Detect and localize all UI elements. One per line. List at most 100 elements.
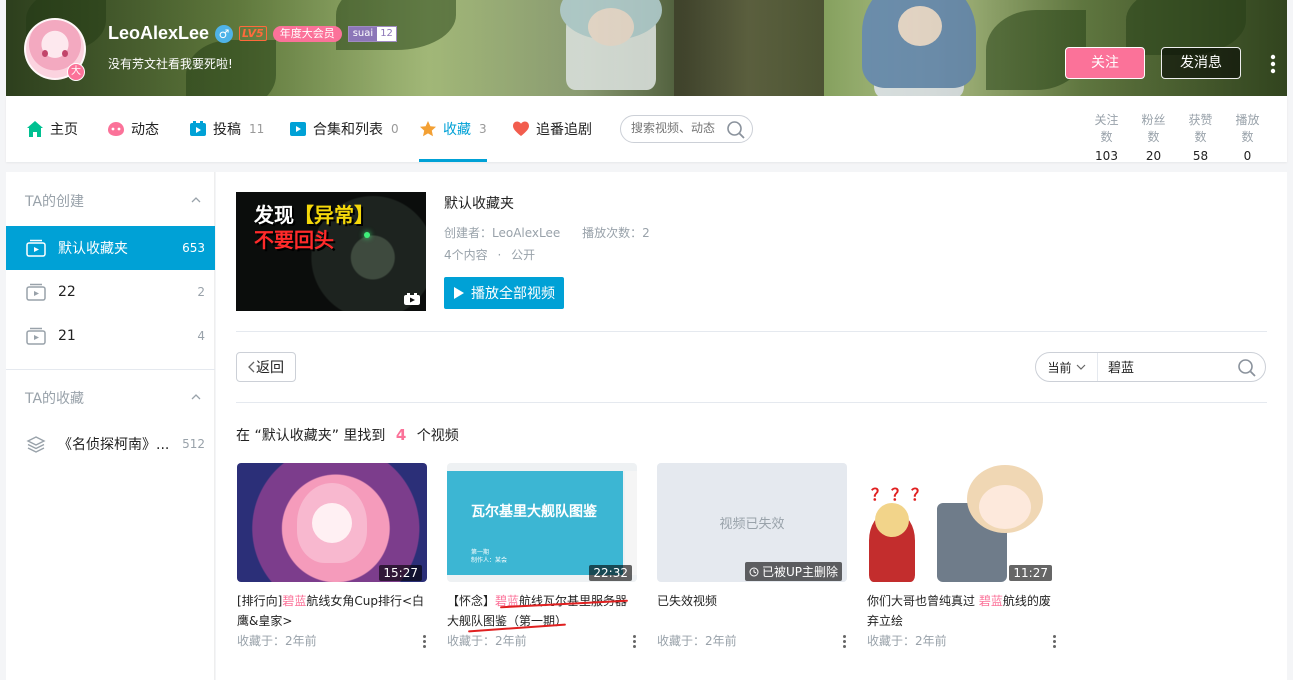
stat-label: 获赞数 <box>1188 113 1213 144</box>
layers-icon <box>26 436 46 453</box>
folder-search: 当前 <box>1035 352 1266 382</box>
more-vertical-icon[interactable] <box>1053 633 1057 649</box>
more-options-icon[interactable] <box>1266 54 1280 74</box>
collected-label: 收藏于： <box>237 634 286 648</box>
collected-folder-conan[interactable]: 《名侦探柯南》... 512 <box>6 422 215 466</box>
title-keyword: 碧蓝 <box>978 594 1003 608</box>
tab-uploads-label: 投稿 <box>213 122 241 138</box>
scope-select[interactable]: 当前 <box>1036 353 1098 381</box>
play-all-button[interactable]: 播放全部视频 <box>444 277 564 309</box>
content-count: 4个内容 <box>444 248 488 262</box>
video-card[interactable]: 视频已失效 已被UP主删除 已失效视频 收藏于：2年前 <box>657 463 847 651</box>
folder-default[interactable]: 默认收藏夹 653 <box>6 226 215 270</box>
space-search-input[interactable] <box>631 121 727 135</box>
avatar-badge: 大 <box>67 63 85 81</box>
deleted-label: 已被UP主删除 <box>761 565 838 579</box>
user-stats: 关注数 103 粉丝数 20 获赞数 58 播放数 0 <box>1089 111 1265 163</box>
folder-count: 512 <box>182 437 205 451</box>
more-vertical-icon[interactable] <box>633 633 637 649</box>
stat-following[interactable]: 关注数 103 <box>1089 111 1124 163</box>
vip-badge[interactable]: 年度大会员 <box>272 25 342 42</box>
tab-dynamic[interactable]: 动态 <box>107 96 159 162</box>
invalid-video-text: 视频已失效 <box>719 517 785 532</box>
video-thumbnail[interactable]: 瓦尔基里大舰队图鉴 第一期 制作人：某会 22:32 <box>447 463 637 582</box>
tab-collections[interactable]: 合集和列表 0 <box>289 96 399 162</box>
title-keyword: 碧蓝 <box>282 594 307 608</box>
folder-meta-2: 4个内容 · 公开 <box>444 246 535 263</box>
folder-play-icon <box>26 327 46 345</box>
video-meta: 收藏于：2年前 <box>237 631 427 651</box>
result-count: 4 <box>395 426 407 444</box>
chevron-down-icon <box>1076 364 1085 370</box>
collected-time: 2年前 <box>285 634 317 648</box>
video-thumbnail[interactable]: 视频已失效 已被UP主删除 <box>657 463 847 582</box>
stat-label: 粉丝数 <box>1141 113 1166 144</box>
video-thumbnail[interactable]: ？？？ 11:27 <box>867 463 1057 582</box>
gender-male-icon: ♂ <box>215 24 234 43</box>
collected-section-title[interactable]: TA的收藏 <box>25 388 84 408</box>
video-card[interactable]: ？？？ 11:27 你们大哥也曾纯真过 碧蓝航线的废弃立绘 收藏于：2年前 <box>867 463 1057 651</box>
video-title: 已失效视频 <box>657 591 847 631</box>
space-search[interactable] <box>620 115 753 143</box>
meta-separator: · <box>497 248 502 262</box>
folder-play-icon <box>26 283 46 301</box>
heart-icon <box>513 121 529 136</box>
tab-home[interactable]: 主页 <box>26 96 78 162</box>
username[interactable]: LeoAlexLee <box>108 23 209 44</box>
folder-21[interactable]: 21 4 <box>6 314 215 358</box>
result-prefix: 在 <box>236 428 250 444</box>
collection-icon <box>290 122 306 136</box>
title-text: 【怀念】 <box>447 594 496 608</box>
video-status: 已被UP主删除 <box>744 562 842 581</box>
stat-likes: 获赞数 58 <box>1183 111 1218 163</box>
video-title[interactable]: [排行向]碧蓝航线女角Cup排行<白鹰&皇家> <box>237 591 427 631</box>
visibility: 公开 <box>511 248 536 262</box>
home-icon <box>27 121 43 137</box>
video-title[interactable]: 你们大哥也曾纯真过 碧蓝航线的废弃立绘 <box>867 591 1057 631</box>
star-icon <box>420 121 436 137</box>
search-icon[interactable] <box>1237 358 1257 378</box>
tab-uploads[interactable]: 投稿 11 <box>189 96 264 162</box>
back-button[interactable]: 返回 <box>236 352 296 382</box>
chevron-up-icon[interactable] <box>191 195 201 205</box>
result-folder: “默认收藏夹” <box>254 428 339 444</box>
stat-label: 关注数 <box>1094 113 1119 144</box>
tab-favorites[interactable]: 收藏 3 <box>419 96 487 162</box>
folder-22[interactable]: 22 2 <box>6 270 215 314</box>
fan-medal[interactable]: suai 12 <box>347 25 397 42</box>
dynamic-icon <box>108 122 124 136</box>
play-icon <box>454 287 464 299</box>
search-icon[interactable] <box>726 120 746 140</box>
video-card[interactable]: 15:27 [排行向]碧蓝航线女角Cup排行<白鹰&皇家> 收藏于：2年前 <box>237 463 427 651</box>
collected-label: 收藏于： <box>447 634 496 648</box>
stat-value: 103 <box>1095 149 1118 163</box>
tab-bangumi[interactable]: 追番追剧 <box>512 96 592 162</box>
video-card[interactable]: 瓦尔基里大舰队图鉴 第一期 制作人：某会 22:32 【怀念】碧蓝航线瓦尔基里服… <box>447 463 637 651</box>
plays-label: 播放次数： <box>582 226 643 240</box>
tab-favorites-label: 收藏 <box>443 122 471 138</box>
video-thumbnail[interactable]: 15:27 <box>237 463 427 582</box>
chevron-up-icon[interactable] <box>191 392 201 402</box>
thumb-title: 瓦尔基里大舰队图鉴 <box>471 504 597 520</box>
collected-label: 收藏于： <box>867 634 916 648</box>
tab-collections-count: 0 <box>391 122 399 136</box>
title-text: 已失效视频 <box>657 594 718 608</box>
video-camera-icon <box>404 293 420 305</box>
tab-collections-label: 合集和列表 <box>313 122 383 138</box>
follow-button[interactable]: 关注 <box>1065 47 1145 79</box>
tab-home-label: 主页 <box>50 122 78 138</box>
stat-followers[interactable]: 粉丝数 20 <box>1136 111 1171 163</box>
medal-level: 12 <box>377 26 396 41</box>
created-section-title[interactable]: TA的创建 <box>25 191 84 211</box>
video-duration: 11:27 <box>1009 565 1052 581</box>
more-vertical-icon[interactable] <box>843 633 847 649</box>
send-message-button[interactable]: 发消息 <box>1161 47 1241 79</box>
folder-search-input[interactable] <box>1108 359 1228 374</box>
folder-cover[interactable]: 发现【异常】 不要回头 <box>236 192 426 311</box>
level-badge: LV5 <box>239 26 267 41</box>
clock-icon <box>749 567 759 576</box>
folder-count: 2 <box>197 285 205 299</box>
chevron-left-icon <box>248 361 255 373</box>
creator-name[interactable]: LeoAlexLee <box>492 226 560 240</box>
more-vertical-icon[interactable] <box>423 633 427 649</box>
